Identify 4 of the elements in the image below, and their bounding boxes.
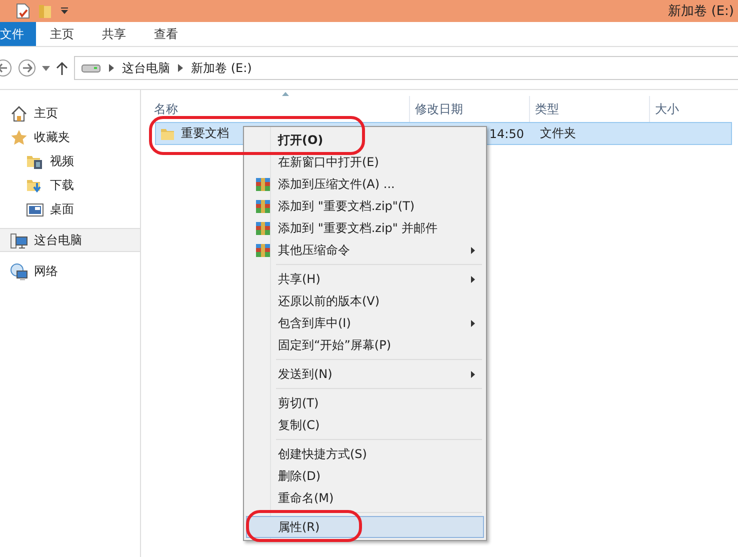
window-title: 新加卷 (E:) bbox=[668, 3, 734, 20]
file-name: 重要文档 bbox=[181, 125, 229, 142]
table-cell-text: 14:50 bbox=[488, 126, 525, 140]
table-cell-text: 文件夹 bbox=[539, 125, 577, 142]
